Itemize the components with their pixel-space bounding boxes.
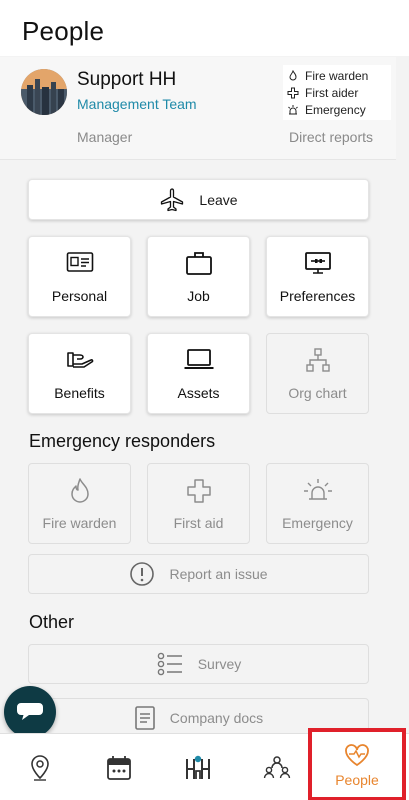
job-tile[interactable]: Job	[147, 236, 250, 317]
other-section-title: Other	[29, 612, 75, 632]
first-aid-cross-icon	[186, 479, 211, 503]
role-fire-warden: Fire warden	[287, 67, 391, 84]
org-chart-label: Org chart	[288, 385, 347, 401]
preferences-label: Preferences	[279, 288, 356, 304]
job-label: Job	[187, 288, 210, 304]
flame-icon	[70, 478, 89, 503]
leave-button[interactable]: Leave	[28, 179, 369, 220]
org-chart-icon	[305, 348, 330, 372]
siren-icon	[288, 104, 298, 114]
first-aid-label: First aid	[173, 515, 224, 531]
siren-icon	[303, 479, 332, 500]
id-card-icon	[66, 252, 93, 272]
avatar[interactable]	[21, 69, 67, 115]
bottom-nav: People	[0, 728, 409, 800]
benefits-tile[interactable]: Benefits	[28, 333, 131, 414]
role-first-aider: First aider	[287, 84, 391, 101]
responder-roles: Fire warden First aider Emergency	[283, 65, 391, 120]
emergency-label: Emergency	[282, 515, 353, 531]
benefits-label: Benefits	[54, 385, 105, 401]
role-emergency: Emergency	[287, 101, 391, 118]
survey-button[interactable]: Survey	[28, 644, 369, 684]
fire-warden-tile[interactable]: Fire warden	[28, 463, 131, 544]
chat-button[interactable]	[4, 686, 56, 738]
role-label: First aider	[305, 85, 359, 100]
monitor-settings-icon	[304, 252, 331, 274]
role-label: Fire warden	[305, 68, 369, 83]
survey-label: Survey	[197, 656, 242, 672]
report-issue-button[interactable]: Report an issue	[28, 554, 369, 594]
hand-icon	[66, 352, 93, 368]
org-chart-tile[interactable]: Org chart	[266, 333, 369, 414]
location-pin-icon	[31, 754, 49, 781]
team-icon	[263, 755, 291, 778]
profile-card: Support HH Management Team Fire warden F…	[0, 57, 396, 160]
report-issue-label: Report an issue	[169, 566, 268, 582]
briefcase-icon	[185, 252, 212, 275]
plus-icon	[287, 87, 299, 98]
chat-bubble-icon	[17, 703, 43, 720]
emergency-section-title: Emergency responders	[29, 431, 216, 451]
exclamation-circle-icon	[130, 562, 155, 586]
assets-tile[interactable]: Assets	[147, 333, 250, 414]
role-label: Emergency	[305, 102, 366, 117]
company-docs-label: Company docs	[169, 710, 264, 726]
flame-icon	[289, 69, 297, 80]
document-icon	[134, 706, 155, 730]
fire-warden-label: Fire warden	[42, 515, 117, 531]
nav-team[interactable]	[247, 734, 307, 800]
profile-name: Support HH	[77, 69, 177, 90]
direct-reports-link[interactable]: Direct reports	[289, 129, 373, 145]
emergency-tile[interactable]: Emergency	[266, 463, 369, 544]
checklist-icon	[157, 652, 182, 676]
laptop-icon	[184, 349, 213, 369]
nav-location[interactable]	[10, 734, 70, 800]
page-title: People	[22, 16, 105, 46]
preferences-tile[interactable]: Preferences	[266, 236, 369, 317]
leave-label: Leave	[199, 191, 238, 208]
header: People	[0, 0, 409, 56]
first-aid-tile[interactable]: First aid	[147, 463, 250, 544]
heart-icon	[345, 743, 369, 766]
personal-tile[interactable]: Personal	[28, 236, 131, 317]
profile-team[interactable]: Management Team	[77, 96, 197, 112]
nav-people[interactable]: People	[308, 728, 406, 800]
assets-label: Assets	[177, 385, 220, 401]
nav-calendar[interactable]	[89, 734, 149, 800]
airplane-icon	[161, 187, 184, 211]
manager-link[interactable]: Manager	[77, 129, 132, 145]
nav-home[interactable]	[168, 734, 228, 800]
hr-logo-icon	[186, 755, 210, 779]
nav-people-label: People	[335, 771, 379, 788]
personal-label: Personal	[51, 288, 108, 304]
calendar-icon	[107, 755, 131, 780]
